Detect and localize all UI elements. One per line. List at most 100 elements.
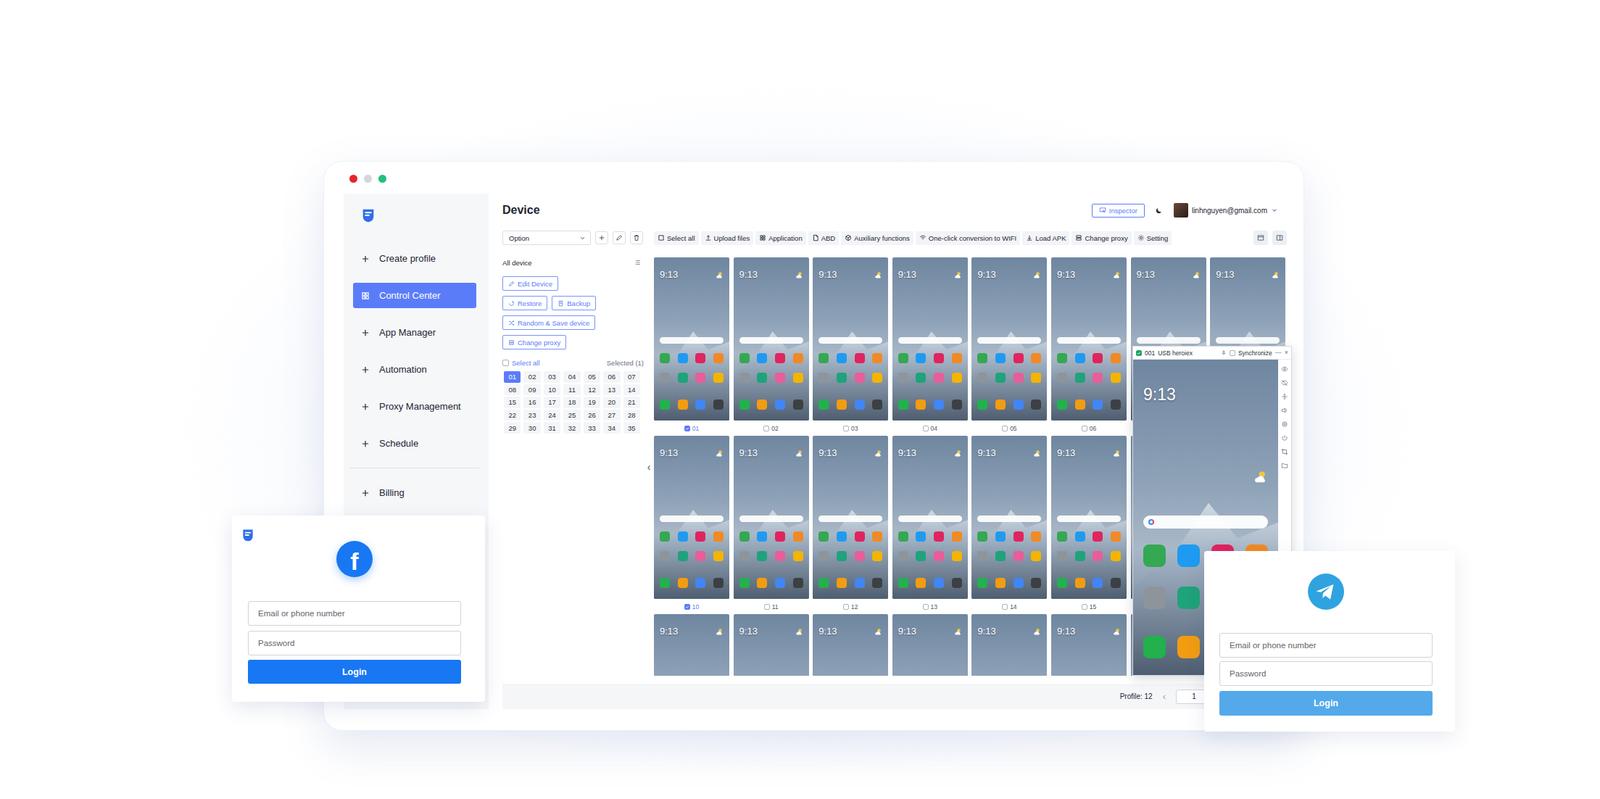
device-number[interactable]: 15 xyxy=(503,396,521,409)
phone-screen[interactable]: 9:13 xyxy=(653,614,730,676)
phone-screen[interactable]: 9:13 xyxy=(971,257,1047,421)
sidebar-item[interactable]: Create profile xyxy=(353,245,477,272)
device-number[interactable]: 29 xyxy=(503,421,521,434)
phone-screen[interactable]: 9:13 xyxy=(812,257,889,421)
user-menu[interactable]: linhnguyen@gmail.com xyxy=(1173,202,1279,218)
phone-screen[interactable]: 9:13 xyxy=(653,257,730,421)
device-number[interactable]: 19 xyxy=(583,396,601,409)
device-number[interactable]: 20 xyxy=(603,396,620,409)
device-number[interactable]: 10 xyxy=(543,384,561,396)
panel-button[interactable]: Change proxy xyxy=(502,334,567,350)
checkbox[interactable] xyxy=(684,425,691,432)
close-button[interactable]: × xyxy=(1284,349,1289,356)
sidebar-item[interactable]: Billing xyxy=(353,479,477,506)
device-number[interactable]: 21 xyxy=(623,396,641,409)
checkbox[interactable] xyxy=(922,425,929,432)
checkbox[interactable] xyxy=(1081,425,1088,432)
phone-screen[interactable]: 9:13 xyxy=(971,614,1047,676)
minimize-dot[interactable] xyxy=(363,174,372,183)
checkbox[interactable] xyxy=(764,603,770,610)
app-icon[interactable] xyxy=(1143,635,1166,659)
collapse-button[interactable]: ‹ xyxy=(647,461,652,472)
select-all[interactable]: Select all xyxy=(502,358,541,367)
brand-logo-icon[interactable] xyxy=(360,207,377,224)
toolbar-action[interactable]: One-click conversion to WIFI xyxy=(915,231,1021,246)
device-number[interactable]: 26 xyxy=(583,409,601,422)
checkbox[interactable] xyxy=(1136,350,1142,356)
checkbox[interactable] xyxy=(1001,425,1008,432)
add-button[interactable] xyxy=(595,231,609,245)
device-number[interactable]: 27 xyxy=(603,409,620,422)
device-number[interactable]: 08 xyxy=(503,384,521,396)
checkbox[interactable] xyxy=(1001,603,1008,610)
toolbar-action[interactable]: Setting xyxy=(1133,231,1173,246)
device-number[interactable]: 23 xyxy=(523,409,541,422)
moon-icon[interactable] xyxy=(1154,205,1164,215)
folder-icon[interactable] xyxy=(1281,461,1289,470)
toolbar-action[interactable]: Load APK xyxy=(1022,231,1070,246)
search-bar[interactable] xyxy=(1143,515,1268,529)
phone-screen[interactable]: 9:13 xyxy=(892,435,968,599)
password-input[interactable] xyxy=(247,630,462,656)
checkbox[interactable] xyxy=(843,603,849,610)
checkbox[interactable] xyxy=(763,425,770,432)
password-input[interactable] xyxy=(1219,661,1433,686)
phone-screen[interactable]: 9:13 xyxy=(892,614,968,676)
login-button[interactable]: Login xyxy=(1219,690,1433,716)
toolbar-action[interactable]: Upload files xyxy=(701,231,754,246)
toolbar-action[interactable]: ABD xyxy=(808,231,840,246)
device-number[interactable]: 07 xyxy=(623,371,641,383)
app-icon[interactable] xyxy=(1177,586,1200,609)
device-number[interactable]: 16 xyxy=(523,396,541,409)
single-view-button[interactable] xyxy=(1253,230,1268,246)
eye-icon[interactable] xyxy=(1281,365,1289,373)
sidebar-item[interactable]: Control Center xyxy=(353,282,477,309)
delete-button[interactable] xyxy=(629,231,644,245)
sidebar-item[interactable]: App Manager xyxy=(353,319,477,346)
panel-button[interactable]: Random & Save device xyxy=(502,315,596,330)
device-number[interactable]: 02 xyxy=(523,371,541,383)
toolbar-action[interactable]: Select all xyxy=(653,231,699,246)
app-icon[interactable] xyxy=(1143,586,1166,609)
avatar[interactable] xyxy=(1173,202,1189,218)
phone-screen[interactable]: 9:13 xyxy=(733,435,810,599)
move-icon[interactable] xyxy=(1281,392,1289,401)
checkbox[interactable] xyxy=(843,425,849,432)
checkbox[interactable] xyxy=(1081,603,1088,610)
device-number[interactable]: 05 xyxy=(583,371,601,383)
app-icon[interactable] xyxy=(1177,544,1200,567)
sidebar-item[interactable]: Automation xyxy=(353,356,477,383)
device-number[interactable]: 34 xyxy=(603,421,620,434)
crop-icon[interactable] xyxy=(1281,448,1289,456)
list-icon[interactable] xyxy=(633,258,641,267)
phone-screen[interactable]: 9:13 xyxy=(1051,257,1127,421)
volume-icon[interactable] xyxy=(1281,406,1289,414)
close-dot[interactable] xyxy=(349,174,358,183)
sidebar-item[interactable]: Proxy Management xyxy=(353,393,477,420)
pin-icon[interactable] xyxy=(1220,350,1227,356)
phone-screen[interactable]: 9:13 xyxy=(733,257,810,421)
phone-screen[interactable]: 9:13 xyxy=(1051,435,1127,599)
phone-screen[interactable]: 9:13 xyxy=(812,614,889,676)
device-number[interactable]: 04 xyxy=(563,371,580,383)
checkbox[interactable] xyxy=(684,603,691,610)
option-select[interactable]: Option xyxy=(502,230,591,246)
checkbox[interactable] xyxy=(502,359,509,367)
device-number[interactable]: 30 xyxy=(523,421,541,434)
phone-screen[interactable]: 9:13 xyxy=(812,435,889,599)
toolbar-action[interactable]: Change proxy xyxy=(1071,231,1131,246)
toolbar-action[interactable]: Application xyxy=(755,231,806,246)
app-icon[interactable] xyxy=(1177,635,1200,659)
device-number[interactable]: 31 xyxy=(543,421,561,434)
device-number[interactable]: 01 xyxy=(503,371,521,383)
device-number[interactable]: 09 xyxy=(523,384,541,396)
device-number[interactable]: 17 xyxy=(543,396,561,409)
previous-page-button[interactable]: ‹ xyxy=(1162,691,1166,702)
device-number[interactable]: 18 xyxy=(563,396,580,409)
checkbox[interactable] xyxy=(922,603,929,610)
device-number[interactable]: 06 xyxy=(603,371,620,383)
app-icon[interactable] xyxy=(1143,544,1166,567)
device-number[interactable]: 33 xyxy=(583,421,601,434)
device-number[interactable]: 03 xyxy=(543,371,561,383)
panel-button[interactable]: Backup xyxy=(551,295,596,311)
